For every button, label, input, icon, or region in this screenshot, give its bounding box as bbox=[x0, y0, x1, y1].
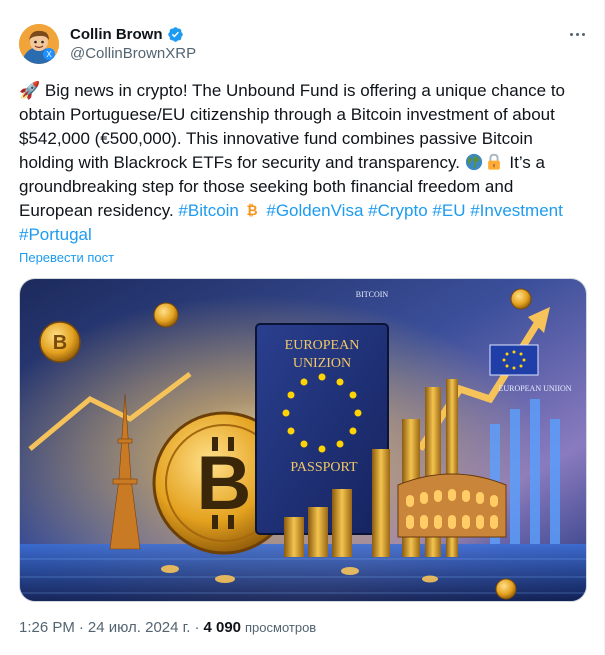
post-image[interactable]: EUROPEAN UNIION B B EUROPEAN UNIZION PAS… bbox=[19, 278, 587, 602]
post-text: 🚀 Big news in crypto! The Unbound Fund i… bbox=[19, 79, 589, 247]
more-options-icon[interactable] bbox=[565, 22, 589, 46]
translate-post-link[interactable]: Перевести пост bbox=[19, 250, 114, 265]
meta-separator-2: · bbox=[194, 619, 200, 636]
flag-caption: EUROPEAN UNIION bbox=[498, 384, 571, 393]
author-display-name[interactable]: Collin Brown bbox=[70, 26, 163, 43]
post-card: X Collin Brown @CollinBrownXRP 🚀 Big new… bbox=[0, 0, 605, 655]
svg-text:X: X bbox=[46, 50, 52, 59]
views-count[interactable]: 4 090 bbox=[203, 619, 241, 636]
hashtag-goldenvisa[interactable]: #GoldenVisa bbox=[266, 201, 363, 220]
passport-title-line-2: UNIZION bbox=[293, 356, 351, 371]
passport-title-line-1: EUROPEAN bbox=[285, 338, 360, 353]
post-text-segment-1: Big news in crypto! The Unbound Fund is … bbox=[19, 81, 565, 172]
passport-label: PASSPORT bbox=[290, 460, 358, 475]
svg-text:B: B bbox=[197, 441, 252, 526]
hashtag-bitcoin[interactable]: #Bitcoin bbox=[178, 201, 238, 220]
hashtag-portugal[interactable]: #Portugal bbox=[19, 225, 92, 244]
lock-emoji-icon bbox=[487, 153, 500, 170]
hashtag-eu[interactable]: #EU bbox=[432, 201, 465, 220]
post-time[interactable]: 1:26 PM bbox=[19, 619, 75, 636]
views-label: просмотров bbox=[245, 620, 317, 635]
post-date[interactable]: 24 июл. 2024 г. bbox=[88, 619, 191, 636]
svg-text:₿: ₿ bbox=[246, 203, 257, 218]
verified-badge-icon bbox=[167, 26, 183, 42]
meta-separator: · bbox=[78, 619, 84, 636]
author-handle[interactable]: @CollinBrownXRP bbox=[70, 45, 196, 62]
post-meta: 1:26 PM · 24 июл. 2024 г. · 4 090 просмо… bbox=[19, 619, 316, 636]
hashtag-investment[interactable]: #Investment bbox=[470, 201, 563, 220]
bitcoin-emoji-icon: ₿ bbox=[246, 203, 257, 218]
globe-emoji-icon bbox=[465, 153, 482, 171]
svg-text:B: B bbox=[53, 332, 67, 354]
avatar[interactable]: X bbox=[19, 24, 59, 64]
hashtag-crypto[interactable]: #Crypto bbox=[368, 201, 428, 220]
author-name-row: Collin Brown bbox=[70, 24, 184, 44]
post-image-illustration: EUROPEAN UNIION B B EUROPEAN UNIZION PAS… bbox=[20, 279, 586, 601]
rocket-emoji-icon: 🚀 bbox=[19, 81, 41, 100]
bitcoin-caption: BITCOIN bbox=[356, 290, 389, 299]
